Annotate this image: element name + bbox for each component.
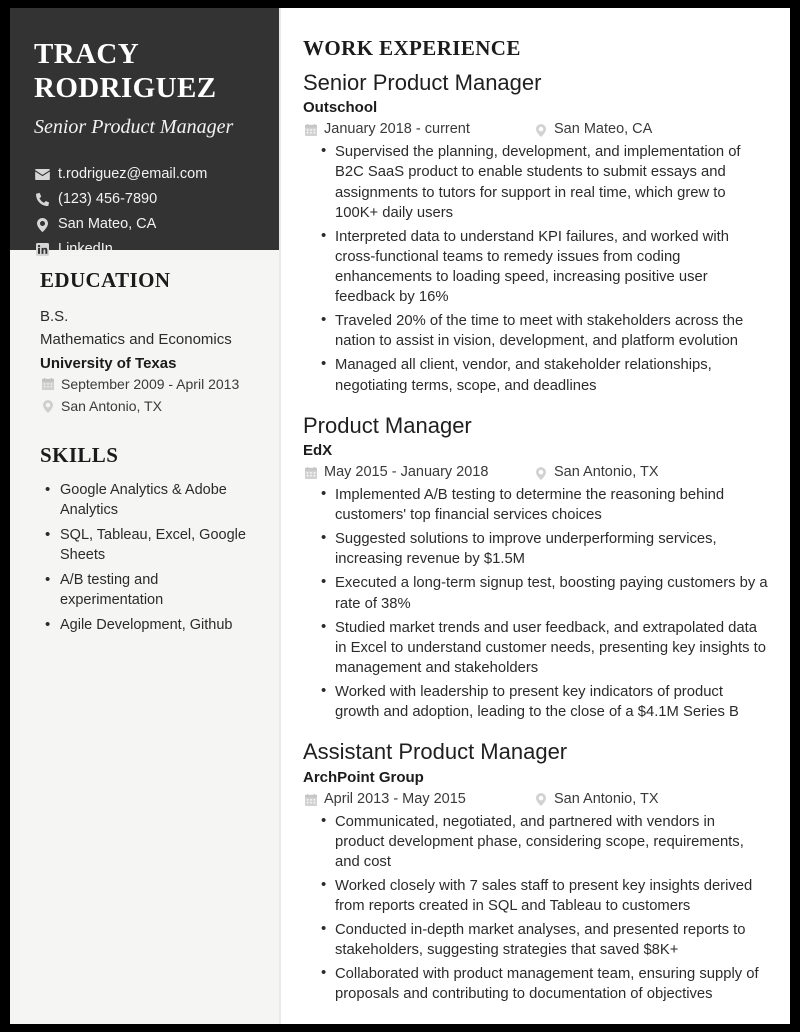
job-title: Assistant Product Manager (303, 739, 568, 765)
candidate-job-title: Senior Product Manager (34, 116, 234, 139)
list-item: A/B testing and experimentation (45, 569, 255, 611)
envelope-icon (34, 169, 51, 181)
list-item: Conducted in-depth market analyses, and … (321, 919, 768, 960)
job-dates-text: May 2015 - January 2018 (324, 464, 489, 481)
list-item: Executed a long-term signup test, boosti… (321, 572, 768, 613)
job-dates-text: April 2013 - May 2015 (324, 790, 466, 807)
job-meta: May 2015 - January 2018 San Antonio, TX (303, 464, 768, 481)
list-item: Google Analytics & Adobe Analytics (45, 479, 255, 521)
job-company: EdX (303, 442, 333, 460)
sidebar: TRACY RODRIGUEZ Senior Product Manager t… (10, 8, 279, 1024)
calendar-icon (303, 793, 318, 806)
list-item: Collaborated with product management tea… (321, 963, 768, 1004)
job-location: San Antonio, TX (533, 790, 659, 808)
job-bullets: Supervised the planning, development, an… (303, 141, 768, 395)
education-degree: B.S. (40, 308, 69, 325)
location-pin-icon (533, 123, 548, 137)
contact-phone-text: (123) 456-7890 (58, 190, 158, 207)
sidebar-body: EDUCATION B.S. Mathematics and Economics… (10, 250, 279, 636)
location-pin-icon (533, 466, 548, 480)
list-item: Worked closely with 7 sales staff to pre… (321, 875, 768, 916)
education-school: University of Texas (40, 354, 177, 372)
list-item: Traveled 20% of the time to meet with st… (321, 310, 768, 351)
job-bullets: Communicated, negotiated, and partnered … (303, 810, 768, 1005)
resume-page: TRACY RODRIGUEZ Senior Product Manager t… (10, 8, 790, 1024)
job-meta: January 2018 - current San Mateo, CA (303, 121, 768, 138)
job-location-text: San Mateo, CA (554, 121, 653, 138)
contact-location-text: San Mateo, CA (58, 215, 157, 232)
job-meta: April 2013 - May 2015 San Antonio, TX (303, 790, 768, 808)
job-entry: Product Manager EdX May 2015 - January 2… (303, 413, 768, 723)
location-pin-icon (40, 400, 55, 414)
list-item: Suggested solutions to improve underperf… (321, 528, 768, 569)
job-dates-text: January 2018 - current (324, 121, 470, 138)
job-location: San Antonio, TX (533, 464, 659, 481)
list-item: Worked with leadership to present key in… (321, 681, 768, 722)
education-dates-row: September 2009 - April 2013 (40, 375, 255, 392)
list-item: Studied market trends and user feedback,… (321, 617, 768, 678)
calendar-icon (40, 378, 55, 391)
job-dates: April 2013 - May 2015 (303, 790, 533, 808)
list-item: Agile Development, Github (45, 614, 255, 636)
calendar-icon (303, 124, 318, 137)
sidebar-header: TRACY RODRIGUEZ Senior Product Manager t… (10, 8, 279, 257)
candidate-name: TRACY RODRIGUEZ (34, 38, 217, 104)
job-bullets: Implemented A/B testing to determine the… (303, 484, 768, 722)
education-section: EDUCATION B.S. Mathematics and Economics… (40, 268, 255, 415)
location-pin-icon (34, 217, 51, 232)
linkedin-icon (34, 243, 51, 257)
job-company: ArchPoint Group (303, 768, 424, 786)
phone-icon (34, 193, 51, 207)
education-field: Mathematics and Economics (40, 331, 232, 349)
job-title: Product Manager (303, 412, 472, 438)
list-item: Interpreted data to understand KPI failu… (321, 226, 768, 307)
job-entry: Senior Product Manager Outschool January… (303, 70, 768, 396)
job-location-text: San Antonio, TX (554, 464, 659, 481)
work-experience-heading: WORK EXPERIENCE (303, 36, 521, 60)
job-company: Outschool (303, 99, 378, 117)
contact-linkedin-link[interactable]: LinkedIn (58, 241, 113, 258)
contact-email-text: t.rodriguez@email.com (58, 165, 208, 182)
list-item: Supervised the planning, development, an… (321, 141, 768, 222)
contact-list: t.rodriguez@email.com (123) 456-7890 San… (34, 165, 255, 258)
calendar-icon (303, 467, 318, 479)
skills-section: SKILLS Google Analytics & Adobe Analytic… (40, 443, 255, 636)
skills-list: Google Analytics & Adobe Analytics SQL, … (40, 479, 255, 636)
main-content: WORK EXPERIENCE Senior Product Manager O… (281, 8, 790, 1024)
skills-heading: SKILLS (40, 442, 119, 467)
list-item: Communicated, negotiated, and partnered … (321, 810, 768, 872)
job-title: Senior Product Manager (303, 70, 542, 95)
contact-item-email: t.rodriguez@email.com (34, 165, 255, 183)
list-item: Managed all client, vendor, and stakehol… (321, 354, 768, 395)
contact-item-location: San Mateo, CA (34, 215, 255, 233)
job-dates: January 2018 - current (303, 121, 533, 138)
contact-item-phone: (123) 456-7890 (34, 190, 255, 208)
education-location-text: San Antonio, TX (61, 398, 162, 415)
location-pin-icon (533, 793, 548, 806)
job-location-text: San Antonio, TX (554, 790, 659, 807)
education-dates-text: September 2009 - April 2013 (61, 375, 240, 392)
list-item: SQL, Tableau, Excel, Google Sheets (45, 524, 255, 566)
job-location: San Mateo, CA (533, 121, 653, 138)
job-dates: May 2015 - January 2018 (303, 464, 533, 481)
education-heading: EDUCATION (40, 268, 171, 292)
list-item: Implemented A/B testing to determine the… (321, 484, 768, 525)
job-entry: Assistant Product Manager ArchPoint Grou… (303, 739, 768, 1004)
education-location-row: San Antonio, TX (40, 398, 255, 415)
